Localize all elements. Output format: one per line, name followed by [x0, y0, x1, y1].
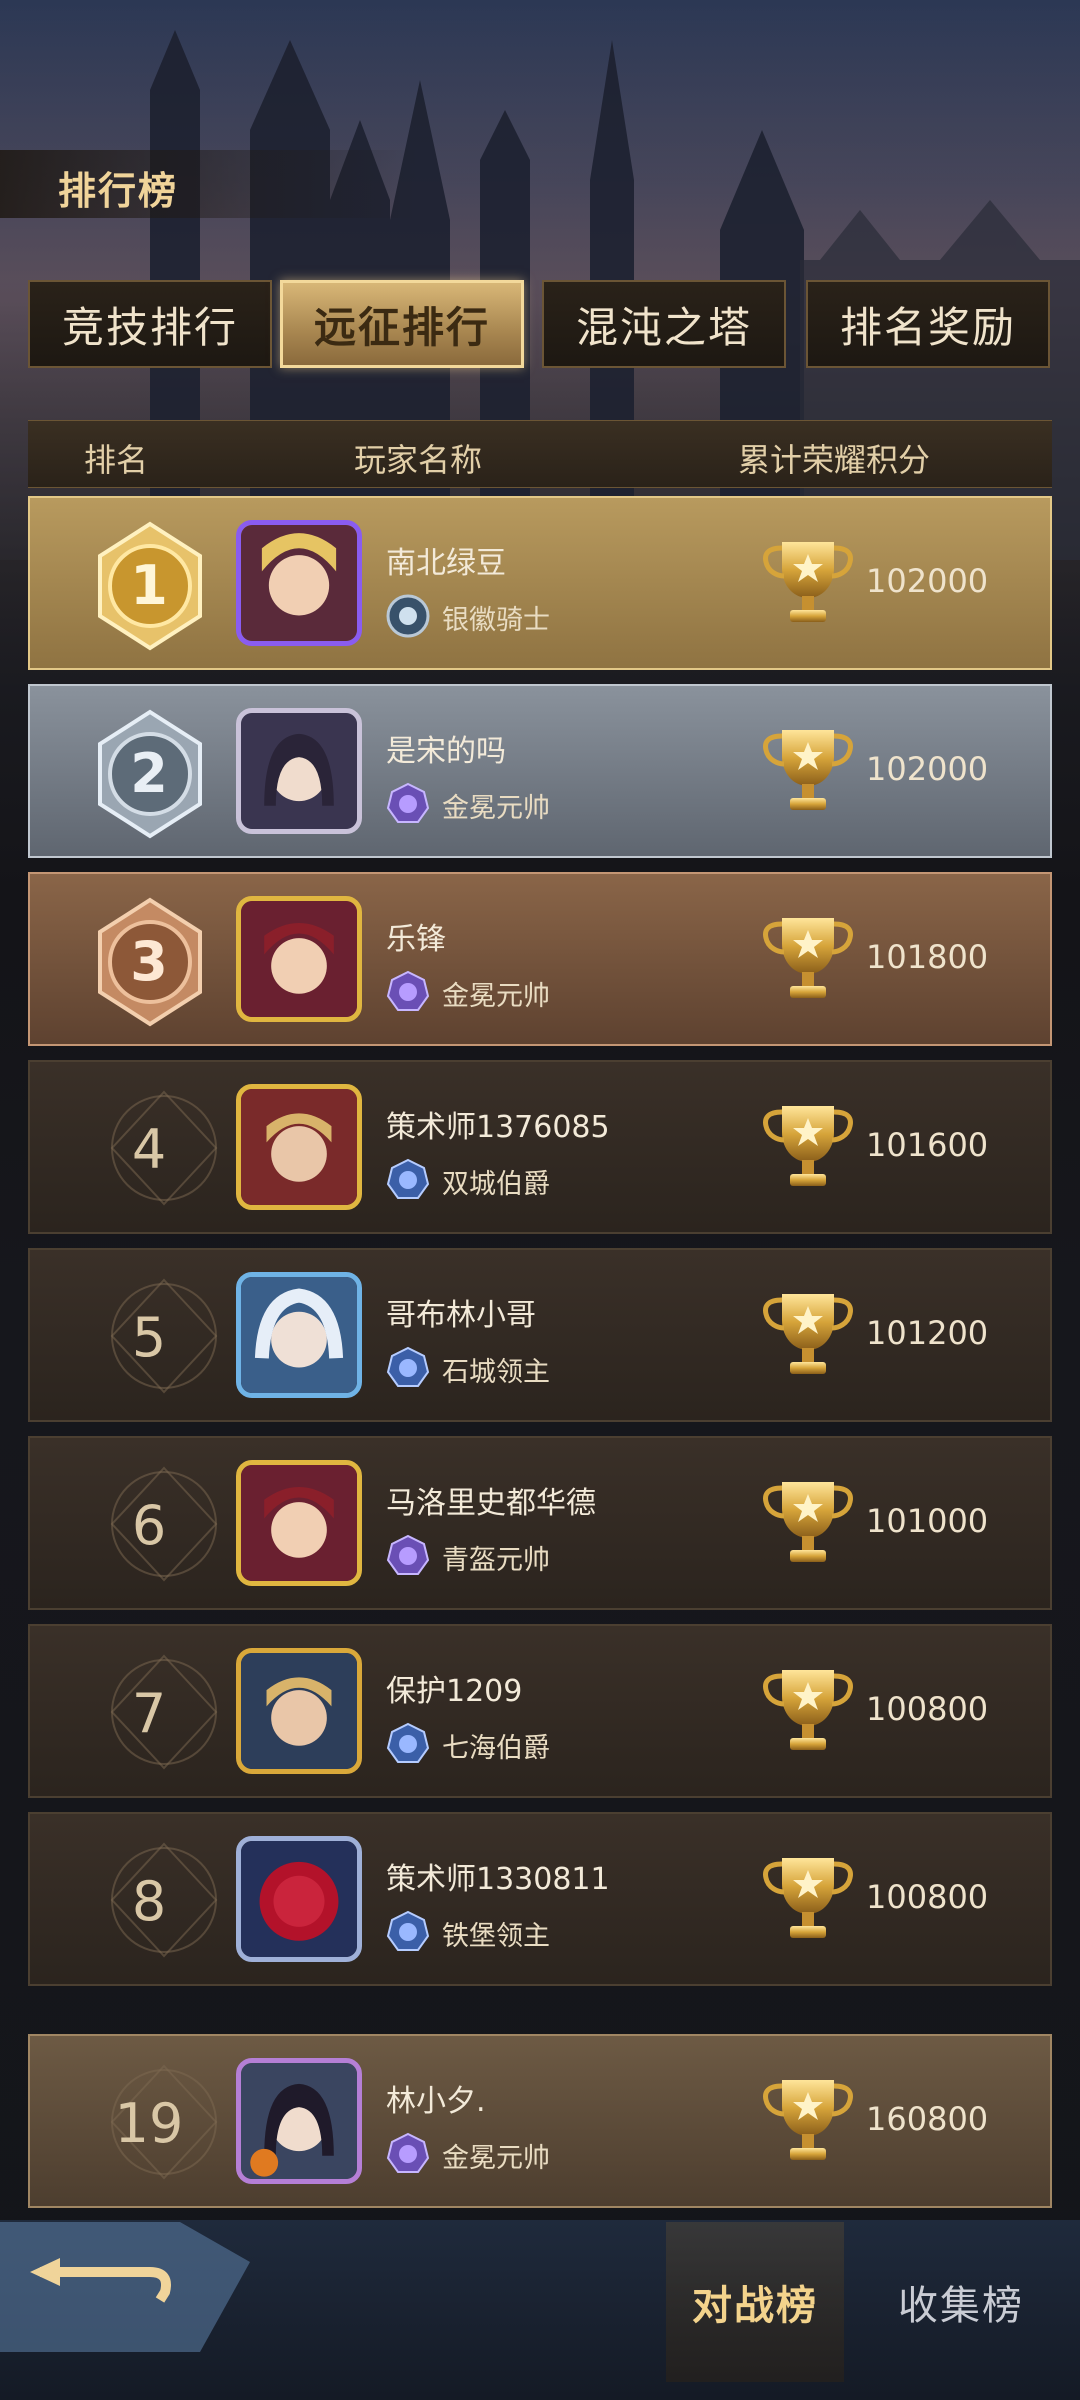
rank-number: 5 [131, 1305, 167, 1369]
trophy-icon [760, 1854, 860, 1944]
column-player: 玩家名称 [354, 441, 483, 479]
ranking-tabs: 竞技排行 远征排行 混沌之塔 排名奖励 [28, 280, 1052, 372]
tab-collection-ranking[interactable]: 收集榜 [872, 2222, 1050, 2382]
rank-number: 6 [131, 1493, 167, 1557]
avatar-portrait-icon [241, 1465, 357, 1581]
avatar[interactable] [236, 896, 362, 1022]
column-header: 排名 玩家名称 累计荣耀积分 [28, 420, 1052, 488]
player-name: 乐锋 [386, 922, 446, 957]
tab-chaos-tower[interactable]: 混沌之塔 [542, 280, 786, 368]
player-name: 是宋的吗 [386, 734, 506, 769]
trophy-icon [760, 726, 860, 816]
player-title-text: 青盔元帅 [442, 1545, 550, 1576]
trophy-icon [760, 1290, 860, 1380]
player-title-text: 金冕元帅 [442, 981, 550, 1012]
rank-badge-icon [387, 1911, 429, 1951]
trophy-icon [760, 1666, 860, 1756]
avatar-portrait-icon [241, 1653, 357, 1769]
avatar-portrait-icon [241, 1277, 357, 1393]
player-name: 策术师1376085 [386, 1110, 610, 1145]
tab-rank-rewards[interactable]: 排名奖励 [806, 280, 1050, 368]
player-title-text: 金冕元帅 [442, 2143, 550, 2174]
player-name: 马洛里史都华德 [386, 1486, 596, 1521]
column-rank: 排名 [84, 441, 149, 479]
avatar-portrait-icon [241, 713, 357, 829]
rank-badge-icon [386, 594, 430, 638]
avatar[interactable] [236, 1836, 362, 1962]
avatar[interactable] [236, 1460, 362, 1586]
player-name: 哥布林小哥 [386, 1298, 536, 1333]
my-ranking-row[interactable]: 19 林小夕. 金冕元帅 160800 [28, 2034, 1052, 2208]
score: 101000 [866, 1502, 989, 1540]
tab-arena-ranking[interactable]: 竞技排行 [28, 280, 272, 368]
avatar[interactable] [236, 1084, 362, 1210]
rank-badge-icon [387, 1347, 429, 1387]
avatar-portrait-icon [241, 525, 357, 641]
rank-number: 3 [130, 929, 168, 993]
rank-badge-icon [387, 1535, 429, 1575]
rank-number: 1 [130, 553, 168, 617]
rank-badge-icon [387, 2133, 429, 2173]
player-title-text: 银徽骑士 [442, 605, 550, 636]
ranking-row-3[interactable]: 3 乐锋 金冕元帅 101800 [28, 872, 1052, 1046]
score: 101600 [866, 1126, 989, 1164]
back-button[interactable] [0, 2222, 250, 2352]
rank-number: 19 [114, 2091, 184, 2155]
avatar-portrait-icon [241, 1841, 357, 1957]
ranking-row-1[interactable]: 1 南北绿豆 银徽骑士 102000 [28, 496, 1052, 670]
score: 101800 [866, 938, 989, 976]
ranking-row-5[interactable]: 5 哥布林小哥 石城领主 101200 [28, 1248, 1052, 1422]
tab-expedition-ranking[interactable]: 远征排行 [280, 280, 524, 368]
ranking-row-4[interactable]: 4 策术师1376085 双城伯爵 101600 [28, 1060, 1052, 1234]
player-title-text: 铁堡领主 [442, 1921, 550, 1952]
ranking-row-7[interactable]: 7 保护1209 七海伯爵 100800 [28, 1624, 1052, 1798]
avatar[interactable] [236, 520, 362, 646]
rank-number: 7 [131, 1681, 167, 1745]
rank-badge-icon [387, 971, 429, 1011]
score: 102000 [866, 562, 989, 600]
tab-battle-ranking[interactable]: 对战榜 [666, 2222, 844, 2382]
player-title-text: 双城伯爵 [442, 1169, 550, 1200]
score: 100800 [866, 1690, 989, 1728]
score: 101200 [866, 1314, 989, 1352]
ranking-row-8[interactable]: 8 策术师1330811 铁堡领主 100800 [28, 1812, 1052, 1986]
rank-number: 4 [131, 1117, 167, 1181]
ranking-row-6[interactable]: 6 马洛里史都华德 青盔元帅 101000 [28, 1436, 1052, 1610]
trophy-icon [760, 1102, 860, 1192]
avatar-portrait-icon [241, 2063, 357, 2179]
score: 102000 [866, 750, 989, 788]
page-title: 排行榜 [58, 169, 179, 213]
rank-badge-icon [387, 1723, 429, 1763]
rank-badge-icon [387, 1159, 429, 1199]
trophy-icon [760, 914, 860, 1004]
trophy-icon [760, 538, 860, 628]
player-name: 林小夕. [386, 2084, 486, 2119]
player-name: 南北绿豆 [386, 546, 506, 581]
score: 160800 [866, 2100, 989, 2138]
avatar-portrait-icon [241, 901, 357, 1017]
avatar-portrait-icon [241, 1089, 357, 1205]
column-score: 累计荣耀积分 [738, 441, 931, 479]
player-name: 保护1209 [386, 1674, 523, 1709]
trophy-icon [760, 1478, 860, 1568]
avatar[interactable] [236, 2058, 362, 2184]
player-name: 策术师1330811 [386, 1862, 610, 1897]
player-title-text: 七海伯爵 [442, 1733, 550, 1764]
score: 100800 [866, 1878, 989, 1916]
trophy-icon [760, 2076, 860, 2166]
player-title-text: 金冕元帅 [442, 793, 550, 824]
avatar[interactable] [236, 708, 362, 834]
rank-badge-icon [387, 783, 429, 823]
rank-number: 2 [130, 741, 168, 805]
rank-number: 8 [131, 1869, 167, 1933]
avatar[interactable] [236, 1648, 362, 1774]
player-title-text: 石城领主 [442, 1357, 550, 1388]
avatar[interactable] [236, 1272, 362, 1398]
ranking-row-2[interactable]: 2 是宋的吗 金冕元帅 102000 [28, 684, 1052, 858]
